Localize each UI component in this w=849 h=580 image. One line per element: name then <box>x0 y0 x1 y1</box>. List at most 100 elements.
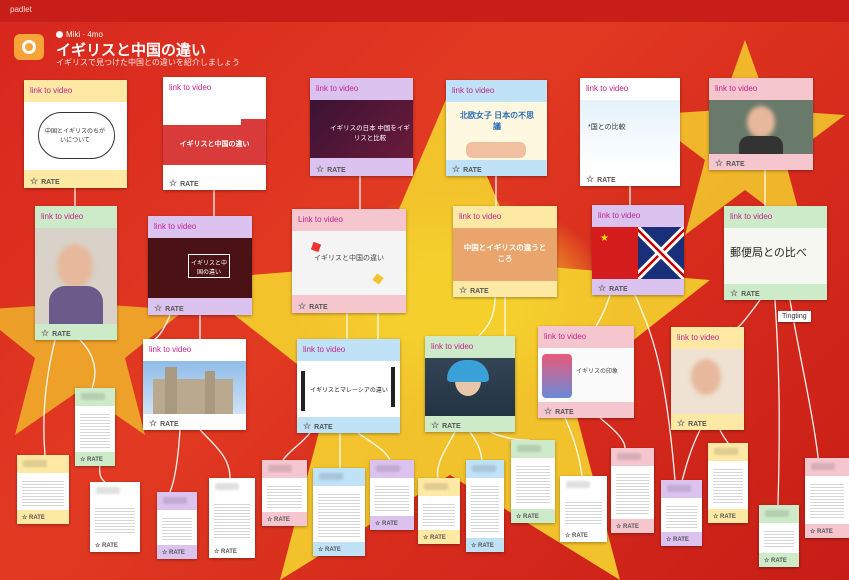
rate-button[interactable]: ☆ RATE <box>580 170 680 186</box>
post-thumbnail[interactable]: ★ <box>592 227 684 279</box>
rate-button[interactable]: ☆ RATE <box>313 542 365 556</box>
rate-button[interactable]: ☆ RATE <box>310 160 413 176</box>
rate-button[interactable]: ☆ RATE <box>511 509 555 523</box>
post-card[interactable]: link to video 北欧女子 日本の不思議 ☆ RATE <box>446 80 547 176</box>
rate-button[interactable]: ☆ RATE <box>262 512 307 526</box>
post-thumbnail[interactable] <box>143 361 246 414</box>
rate-button[interactable]: ☆ RATE <box>157 545 197 559</box>
document-card[interactable]: ☆ RATE <box>370 460 414 530</box>
rate-button[interactable]: ☆ RATE <box>425 416 515 432</box>
post-thumbnail[interactable] <box>425 358 515 416</box>
link-label[interactable]: link to video <box>163 77 266 99</box>
document-card[interactable]: ☆ RATE <box>418 478 460 544</box>
post-thumbnail[interactable]: 中国とイギリスのちがいについて <box>24 102 127 170</box>
link-label[interactable]: link to video <box>148 216 252 238</box>
rate-button[interactable]: ☆ RATE <box>453 281 557 297</box>
post-thumbnail[interactable]: *国との比較 <box>580 100 680 168</box>
link-label[interactable]: link to video <box>35 206 117 228</box>
rate-button[interactable]: ☆ RATE <box>592 279 684 295</box>
post-thumbnail[interactable]: イギリスと中国の違い <box>163 99 266 171</box>
rate-button[interactable]: ☆ RATE <box>24 172 127 188</box>
link-label[interactable]: link to video <box>538 326 634 348</box>
post-thumbnail[interactable]: 北欧女子 日本の不思議 <box>446 102 547 160</box>
post-card[interactable]: link to video ☆ RATE <box>425 336 515 432</box>
post-card[interactable]: link to video イギリスの印象 ☆ RATE <box>538 326 634 418</box>
post-card[interactable]: link to video ☆ RATE <box>671 327 744 430</box>
document-card[interactable]: ☆ RATE <box>511 440 555 523</box>
rate-button[interactable]: ☆ RATE <box>148 299 252 315</box>
link-label[interactable]: link to video <box>709 78 813 100</box>
post-card[interactable]: link to video ☆ RATE <box>35 206 117 340</box>
rate-button[interactable]: ☆ RATE <box>75 452 115 466</box>
link-label[interactable]: Link to video <box>292 209 406 231</box>
document-card[interactable]: ☆ RATE <box>759 505 799 567</box>
rate-button[interactable]: ☆ RATE <box>292 297 406 313</box>
document-card[interactable]: ☆ RATE <box>560 476 607 542</box>
link-label[interactable]: link to video <box>425 336 515 358</box>
link-label[interactable]: link to video <box>143 339 246 361</box>
post-thumbnail[interactable]: 中国とイギリスの違うところ <box>453 228 557 281</box>
post-card[interactable]: link to video ★ ☆ RATE <box>592 205 684 295</box>
link-label[interactable]: link to video <box>297 339 400 361</box>
post-thumbnail[interactable]: イギリスとマレーシアの違い <box>297 361 400 417</box>
rate-button[interactable]: ☆ RATE <box>560 528 607 542</box>
post-card[interactable]: link to video イギリスと中国の違い ☆ RATE <box>163 77 266 190</box>
document-card[interactable]: ☆ RATE <box>262 460 307 526</box>
post-card[interactable]: link to video *国との比較 ☆ RATE <box>580 78 680 186</box>
post-card[interactable]: link to video イギリスの日本 中国をイギリスと比較 ☆ RATE <box>310 78 413 176</box>
post-thumbnail[interactable] <box>671 349 744 414</box>
post-thumbnail[interactable] <box>709 100 813 154</box>
document-card[interactable]: ☆ RATE <box>209 478 255 558</box>
rate-button[interactable]: ☆ RATE <box>671 414 744 430</box>
rate-button[interactable]: ☆ RATE <box>209 544 255 558</box>
post-card[interactable]: link to video ☆ RATE <box>709 78 813 170</box>
rate-button[interactable]: ☆ RATE <box>759 553 799 567</box>
link-label[interactable]: link to video <box>446 80 547 102</box>
post-thumbnail[interactable]: イギリスの印象 <box>538 348 634 402</box>
link-label[interactable]: link to video <box>671 327 744 349</box>
link-label[interactable]: link to video <box>580 78 680 100</box>
post-thumbnail[interactable] <box>35 228 117 324</box>
rate-button[interactable]: ☆ RATE <box>661 532 702 546</box>
rate-button[interactable]: ☆ RATE <box>724 284 827 300</box>
rate-button[interactable]: ☆ RATE <box>90 538 140 552</box>
rate-button[interactable]: ☆ RATE <box>708 509 748 523</box>
rate-button[interactable]: ☆ RATE <box>611 519 654 533</box>
link-label[interactable]: link to video <box>310 78 413 100</box>
post-card[interactable]: link to video イギリスとマレーシアの違い ☆ RATE <box>297 339 400 433</box>
document-card[interactable]: ☆ RATE <box>17 455 69 524</box>
document-card[interactable]: ☆ RATE <box>708 443 748 523</box>
post-card[interactable]: link to video 中国とイギリスのちがいについて ☆ RATE <box>24 80 127 188</box>
post-card[interactable]: link to video 中国とイギリスの違うところ ☆ RATE <box>453 206 557 297</box>
link-label[interactable]: link to video <box>24 80 127 102</box>
link-label[interactable]: link to video <box>724 206 827 228</box>
link-label[interactable]: link to video <box>592 205 684 227</box>
rate-button[interactable]: ☆ RATE <box>297 417 400 433</box>
post-card[interactable]: link to video イギリスと中国の違い ☆ RATE <box>148 216 252 315</box>
document-card[interactable]: ☆ RATE <box>313 468 365 556</box>
rate-button[interactable]: ☆ RATE <box>538 402 634 418</box>
rate-button[interactable]: ☆ RATE <box>370 516 414 530</box>
rate-button[interactable]: ☆ RATE <box>446 160 547 176</box>
post-card[interactable]: link to video 郵便局との比べ ☆ RATE <box>724 206 827 300</box>
post-thumbnail[interactable]: 郵便局との比べ <box>724 228 827 284</box>
post-card[interactable]: Link to video イギリスと中国の違い ☆ RATE <box>292 209 406 313</box>
post-card[interactable]: link to video ☆ RATE <box>143 339 246 430</box>
document-card[interactable]: ☆ RATE <box>157 492 197 559</box>
document-card[interactable]: ☆ RATE <box>466 460 504 552</box>
rate-button[interactable]: ☆ RATE <box>466 538 504 552</box>
document-card[interactable]: ☆ RATE <box>90 482 140 552</box>
document-card[interactable]: ☆ RATE <box>805 458 849 538</box>
rate-button[interactable]: ☆ RATE <box>17 510 69 524</box>
link-label[interactable]: link to video <box>453 206 557 228</box>
document-card[interactable]: ☆ RATE <box>661 480 702 546</box>
post-thumbnail[interactable]: イギリスと中国の違い <box>148 238 252 298</box>
post-thumbnail[interactable]: イギリスの日本 中国をイギリスと比較 <box>310 100 413 158</box>
rate-button[interactable]: ☆ RATE <box>143 414 246 430</box>
rate-button[interactable]: ☆ RATE <box>805 524 849 538</box>
document-card[interactable]: ☆ RATE <box>75 388 115 466</box>
rate-button[interactable]: ☆ RATE <box>163 174 266 190</box>
rate-button[interactable]: ☆ RATE <box>35 324 117 340</box>
rate-button[interactable]: ☆ RATE <box>709 154 813 170</box>
document-card[interactable]: ☆ RATE <box>611 448 654 533</box>
